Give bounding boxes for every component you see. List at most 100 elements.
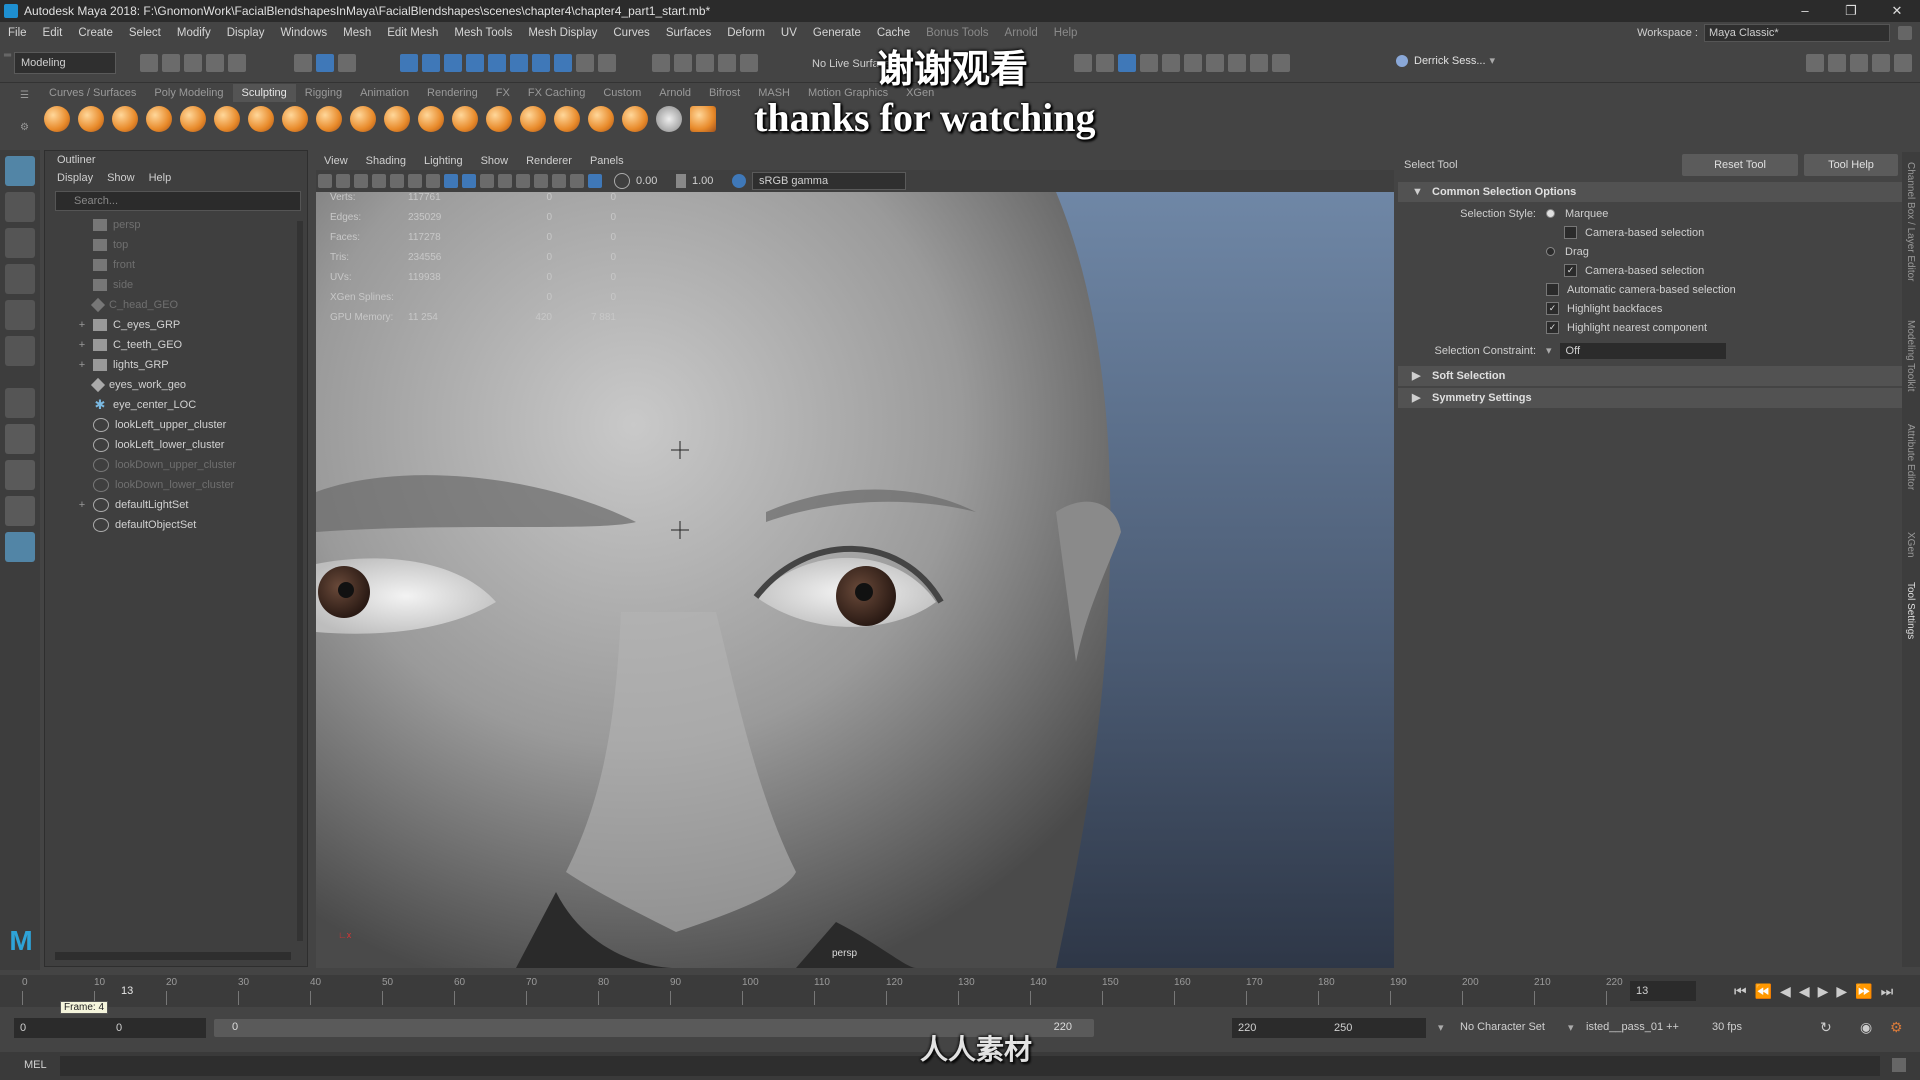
tab-curves-surfaces[interactable]: Curves / Surfaces — [40, 84, 145, 102]
mask-surfaces-icon[interactable] — [466, 54, 484, 72]
tab-arnold[interactable]: Arnold — [650, 84, 700, 102]
snap-grid-icon[interactable] — [652, 54, 670, 72]
reset-tool-button[interactable]: Reset Tool — [1682, 154, 1798, 176]
snap-view-plane-icon[interactable] — [718, 54, 736, 72]
tab-fx[interactable]: FX — [487, 84, 519, 102]
selection-constraint-dropdown[interactable]: Off — [1559, 342, 1726, 359]
outliner-item[interactable]: ✱ eye_center_LOC — [45, 395, 307, 415]
gamma-value[interactable]: 1.00 — [692, 175, 732, 187]
render-view-icon[interactable] — [1228, 54, 1246, 72]
menu-curves[interactable]: Curves — [605, 27, 657, 39]
outliner-item[interactable]: C_head_GEO — [45, 295, 307, 315]
playback-start-field[interactable]: 0 — [110, 1018, 206, 1038]
shelf-options-icon[interactable]: ⚙ — [20, 122, 29, 133]
channel-box-icon[interactable] — [1894, 54, 1912, 72]
outliner-vertical-scrollbar[interactable] — [297, 221, 303, 941]
outliner-item[interactable]: lookLeft_upper_cluster — [45, 415, 307, 435]
fps-dropdown[interactable]: 30 fps — [1712, 1021, 1742, 1033]
view-transform-dropdown[interactable]: sRGB gamma — [752, 172, 906, 190]
smooth-brush-icon[interactable] — [78, 106, 104, 132]
animation-start-field[interactable]: 0 — [14, 1018, 110, 1038]
outliner-item[interactable]: lookDown_lower_cluster — [45, 475, 307, 495]
character-set-dropdown[interactable]: No Character Set — [1460, 1021, 1545, 1033]
tab-fx-caching[interactable]: FX Caching — [519, 84, 594, 102]
render-current-frame-icon[interactable] — [1140, 54, 1158, 72]
sculpt-brush-icon[interactable] — [44, 106, 70, 132]
viewport-3d[interactable]: Verts: 117761 0 0 Edges: 235029 0 0 Faces: 1172… — [316, 192, 1394, 968]
single-perspective-view-icon[interactable] — [5, 424, 35, 454]
outliner-search-input[interactable]: Search... — [55, 191, 301, 211]
status-line-handle[interactable]: ═ — [4, 50, 11, 61]
light-editor-icon[interactable] — [1250, 54, 1268, 72]
outliner-item[interactable]: + lights_GRP — [45, 355, 307, 375]
symmetry-settings-section[interactable]: ▶ Symmetry Settings — [1398, 388, 1902, 408]
outliner-item[interactable]: + C_teeth_GEO — [45, 335, 307, 355]
fill-brush-icon[interactable] — [452, 106, 478, 132]
amplify-brush-icon[interactable] — [588, 106, 614, 132]
mask-joints-icon[interactable] — [422, 54, 440, 72]
highlight-nearest-checkbox[interactable]: ✓ — [1546, 321, 1559, 334]
relax-brush-icon[interactable] — [112, 106, 138, 132]
imprint-brush-icon[interactable] — [350, 106, 376, 132]
bookmarks-icon[interactable] — [354, 174, 368, 188]
auto-key-icon[interactable]: ◉ — [1860, 1019, 1872, 1036]
wax-brush-icon[interactable] — [384, 106, 410, 132]
scale-tool-icon[interactable] — [5, 336, 35, 366]
pause-viewport-icon[interactable] — [1272, 54, 1290, 72]
step-back-frame-icon[interactable]: ◀ — [1780, 983, 1791, 1000]
xray-icon[interactable] — [570, 174, 584, 188]
marquee-radio[interactable] — [1546, 209, 1555, 218]
save-scene-icon[interactable] — [184, 54, 202, 72]
menu-windows[interactable]: Windows — [272, 27, 335, 39]
menu-display[interactable]: Display — [219, 27, 273, 39]
hypershade-icon[interactable] — [1206, 54, 1224, 72]
outliner-item[interactable]: side — [45, 275, 307, 295]
menu-set-dropdown[interactable]: Modeling — [14, 52, 116, 74]
menu-file[interactable]: File — [0, 27, 35, 39]
freeze-brush-icon[interactable] — [622, 106, 648, 132]
tab-animation[interactable]: Animation — [351, 84, 418, 102]
redo-icon[interactable] — [228, 54, 246, 72]
foamy-brush-icon[interactable] — [248, 106, 274, 132]
lock-icon[interactable] — [1898, 26, 1912, 40]
outliner-item[interactable]: eyes_work_geo — [45, 375, 307, 395]
tab-poly-modeling[interactable]: Poly Modeling — [145, 84, 232, 102]
outliner-item[interactable]: lookLeft_lower_cluster — [45, 435, 307, 455]
output-ops-icon[interactable] — [1096, 54, 1114, 72]
attribute-editor-icon[interactable] — [1850, 54, 1868, 72]
playback-end-field[interactable]: 220 — [1232, 1018, 1330, 1038]
user-account[interactable]: Derrick Sess... ▾ — [1396, 54, 1495, 67]
workspace-dropdown[interactable]: Maya Classic* — [1704, 24, 1890, 42]
knife-brush-icon[interactable] — [486, 106, 512, 132]
camera-attributes-icon[interactable] — [336, 174, 350, 188]
flatten-brush-icon[interactable] — [214, 106, 240, 132]
tab-xgen-side[interactable]: XGen — [1905, 532, 1916, 558]
animation-end-field[interactable]: 250 — [1328, 1018, 1426, 1038]
go-to-start-icon[interactable]: ⏮ — [1734, 983, 1747, 1000]
mask-curves-icon[interactable] — [444, 54, 462, 72]
outliner-layout-icon[interactable] — [5, 532, 35, 562]
make-live-icon[interactable] — [740, 54, 758, 72]
blend-shape-icon[interactable] — [690, 106, 716, 132]
outliner-item[interactable]: defaultObjectSet — [45, 515, 307, 535]
outliner-item[interactable]: lookDown_upper_cluster — [45, 455, 307, 475]
tool-help-button[interactable]: Tool Help — [1804, 154, 1898, 176]
menu-mesh-tools[interactable]: Mesh Tools — [446, 27, 520, 39]
anim-layer-dropdown[interactable]: isted__pass_01 ++ — [1586, 1021, 1679, 1033]
resolution-gate-icon[interactable] — [426, 174, 440, 188]
camera-based-drag-checkbox[interactable]: ✓ — [1564, 264, 1577, 277]
menu-modify[interactable]: Modify — [169, 27, 219, 39]
minimize-button[interactable]: – — [1782, 3, 1828, 19]
mask-deform-icon[interactable] — [488, 54, 506, 72]
outliner-item[interactable]: + C_eyes_GRP — [45, 315, 307, 335]
ipr-render-icon[interactable] — [1162, 54, 1180, 72]
select-object-icon[interactable] — [316, 54, 334, 72]
mask-handles-icon[interactable] — [400, 54, 418, 72]
isolate-select-icon[interactable] — [552, 174, 566, 188]
snap-point-icon[interactable] — [696, 54, 714, 72]
open-scene-icon[interactable] — [162, 54, 180, 72]
mask-rendering-icon[interactable] — [532, 54, 550, 72]
highlight-backfaces-checkbox[interactable]: ✓ — [1546, 302, 1559, 315]
spray-brush-icon[interactable] — [282, 106, 308, 132]
preferences-icon[interactable]: ⚙ — [1890, 1019, 1903, 1036]
